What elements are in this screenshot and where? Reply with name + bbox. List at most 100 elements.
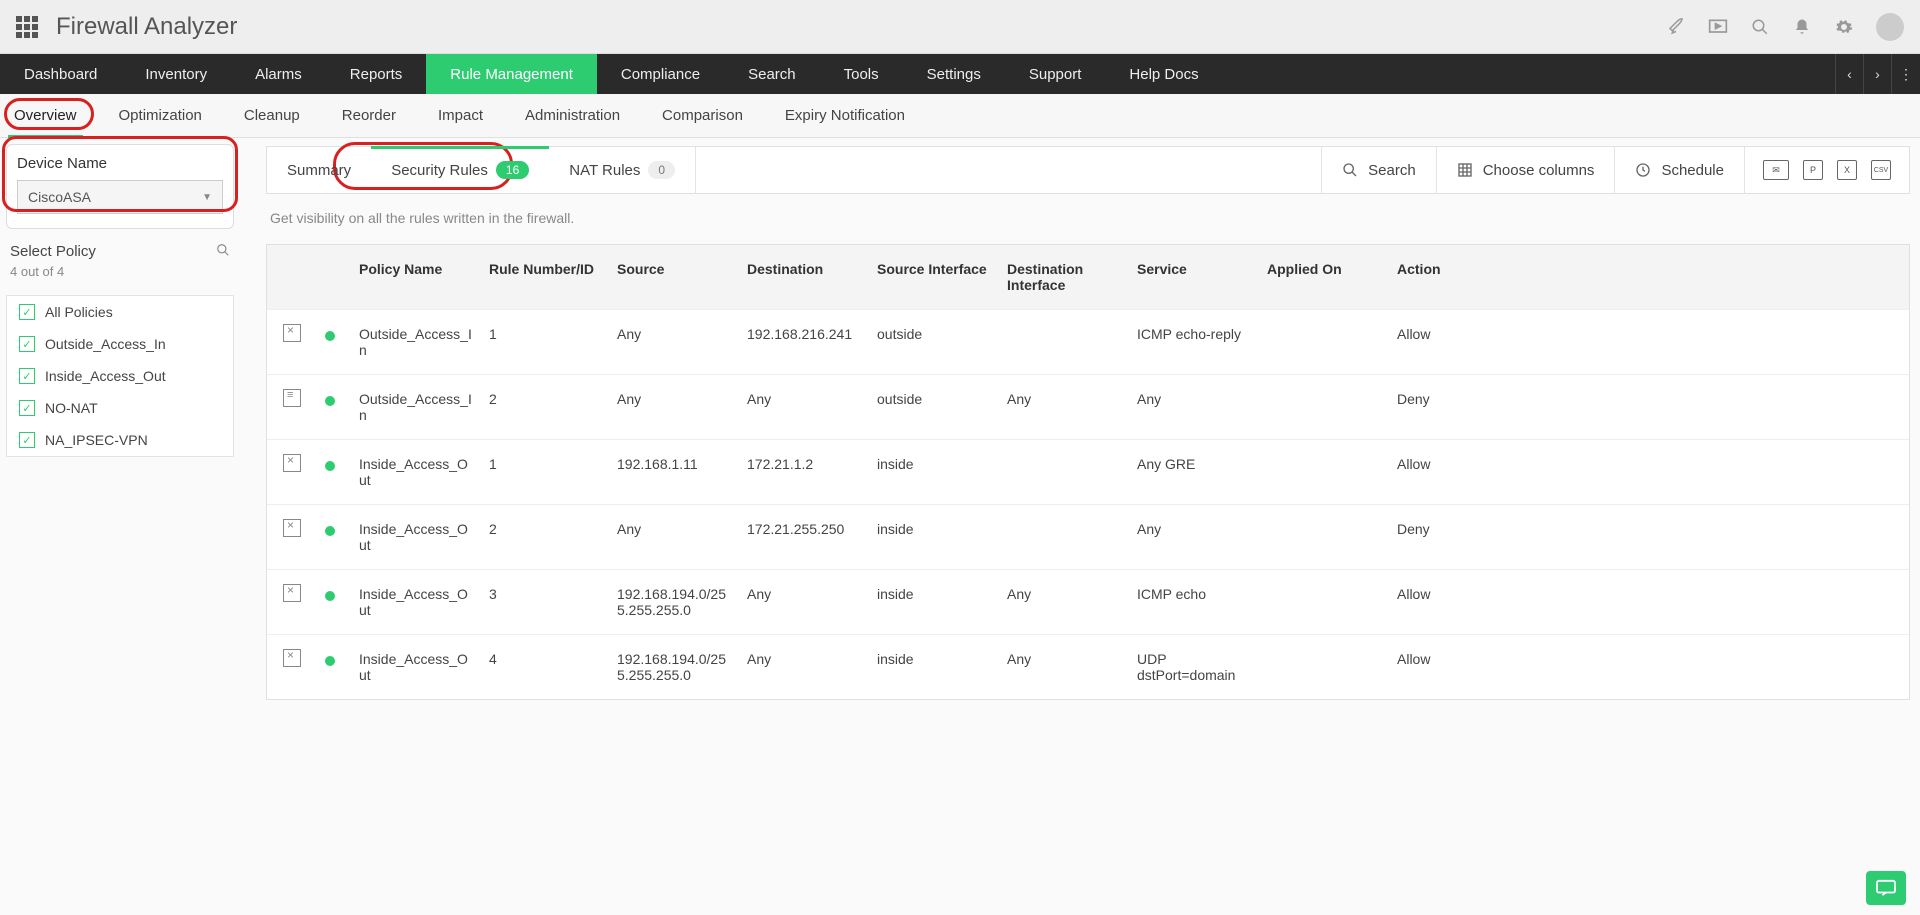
cell-policy: Inside_Access_Out	[351, 505, 481, 569]
row-doc-icon[interactable]	[283, 454, 301, 472]
row-doc-icon[interactable]	[283, 324, 301, 342]
rules-search[interactable]: Search	[1321, 147, 1436, 193]
cell-rule: 4	[481, 635, 609, 699]
search-icon[interactable]	[1750, 17, 1770, 37]
nav-item-search[interactable]: Search	[724, 54, 820, 94]
col-action[interactable]: Action	[1389, 245, 1499, 309]
policy-item[interactable]: ✓All Policies	[7, 296, 233, 328]
col-destination[interactable]: Destination	[739, 245, 869, 309]
subnav-impact[interactable]: Impact	[438, 94, 483, 137]
cell-action: Deny	[1389, 375, 1499, 439]
table-header: Policy Name Rule Number/ID Source Destin…	[267, 245, 1909, 309]
policy-item[interactable]: ✓NA_IPSEC-VPN	[7, 424, 233, 456]
col-service[interactable]: Service	[1129, 245, 1259, 309]
cell-destination: Any	[739, 635, 869, 699]
nav-item-reports[interactable]: Reports	[326, 54, 427, 94]
check-icon: ✓	[19, 432, 35, 448]
cell-policy: Inside_Access_Out	[351, 635, 481, 699]
cell-service: Any GRE	[1129, 440, 1259, 504]
nav-item-tools[interactable]: Tools	[820, 54, 903, 94]
table-row[interactable]: Outside_Access_In2AnyAnyoutsideAnyAnyDen…	[267, 374, 1909, 439]
subnav-expiry-notification[interactable]: Expiry Notification	[785, 94, 905, 137]
gear-icon[interactable]	[1834, 17, 1854, 37]
export-mail-icon[interactable]: ✉	[1763, 160, 1789, 180]
cell-source-interface: inside	[869, 440, 999, 504]
policy-item[interactable]: ✓NO-NAT	[7, 392, 233, 424]
policy-item-label: All Policies	[45, 304, 113, 320]
subnav-cleanup[interactable]: Cleanup	[244, 94, 300, 137]
nav-prev-icon[interactable]: ‹	[1836, 54, 1864, 94]
nav-next-icon[interactable]: ›	[1864, 54, 1892, 94]
user-avatar[interactable]	[1876, 13, 1904, 41]
schedule-label: Schedule	[1661, 162, 1724, 179]
policy-item[interactable]: ✓Outside_Access_In	[7, 328, 233, 360]
device-panel: Device Name CiscoASA ▼	[6, 144, 234, 229]
subnav-overview[interactable]: Overview	[14, 94, 77, 137]
tab-security-rules[interactable]: Security Rules 16	[371, 147, 549, 193]
export-csv-icon[interactable]: CSV	[1871, 160, 1891, 180]
chat-fab[interactable]	[1866, 871, 1906, 905]
col-destination-interface[interactable]: Destination Interface	[999, 245, 1129, 309]
col-rule[interactable]: Rule Number/ID	[481, 245, 609, 309]
choose-columns[interactable]: Choose columns	[1436, 147, 1615, 193]
cell-destination: Any	[739, 570, 869, 634]
row-doc-icon[interactable]	[283, 584, 301, 602]
nav-more-icon[interactable]: ⋮	[1892, 54, 1920, 94]
nav-item-settings[interactable]: Settings	[903, 54, 1005, 94]
policy-list: ✓All Policies✓Outside_Access_In✓Inside_A…	[7, 296, 233, 456]
cell-service: ICMP echo	[1129, 570, 1259, 634]
tab-security-label: Security Rules	[391, 162, 488, 179]
nav-item-inventory[interactable]: Inventory	[121, 54, 231, 94]
export-xls-icon[interactable]: X	[1837, 160, 1857, 180]
rocket-icon[interactable]	[1666, 17, 1686, 37]
tab-summary[interactable]: Summary	[267, 147, 371, 193]
cell-policy: Outside_Access_In	[351, 375, 481, 439]
nav-item-compliance[interactable]: Compliance	[597, 54, 724, 94]
cell-action: Allow	[1389, 570, 1499, 634]
subnav-reorder[interactable]: Reorder	[342, 94, 396, 137]
nav-item-alarms[interactable]: Alarms	[231, 54, 326, 94]
col-applied-on[interactable]: Applied On	[1259, 245, 1389, 309]
row-doc-icon[interactable]	[283, 389, 301, 407]
subnav-administration[interactable]: Administration	[525, 94, 620, 137]
device-select[interactable]: CiscoASA ▼	[17, 180, 223, 214]
col-source-interface[interactable]: Source Interface	[869, 245, 999, 309]
app-launcher-icon[interactable]	[16, 16, 38, 38]
subnav-comparison[interactable]: Comparison	[662, 94, 743, 137]
table-row[interactable]: Inside_Access_Out4192.168.194.0/255.255.…	[267, 634, 1909, 699]
nav-item-help-docs[interactable]: Help Docs	[1105, 54, 1222, 94]
nav-item-rule-management[interactable]: Rule Management	[426, 54, 597, 94]
cell-destination-interface	[999, 440, 1129, 504]
cell-action: Allow	[1389, 635, 1499, 699]
table-row[interactable]: Inside_Access_Out2Any172.21.255.250insid…	[267, 504, 1909, 569]
cell-rule: 3	[481, 570, 609, 634]
present-icon[interactable]	[1708, 17, 1728, 37]
tab-nat-rules[interactable]: NAT Rules 0	[549, 147, 696, 193]
policy-search-icon[interactable]	[216, 243, 230, 260]
export-pdf-icon[interactable]: P	[1803, 160, 1823, 180]
subnav-optimization[interactable]: Optimization	[119, 94, 202, 137]
cell-source-interface: inside	[869, 570, 999, 634]
table-row[interactable]: Inside_Access_Out1192.168.1.11172.21.1.2…	[267, 439, 1909, 504]
bell-icon[interactable]	[1792, 17, 1812, 37]
nav-item-support[interactable]: Support	[1005, 54, 1106, 94]
col-source[interactable]: Source	[609, 245, 739, 309]
status-dot	[325, 656, 335, 666]
schedule[interactable]: Schedule	[1614, 147, 1744, 193]
cell-applied-on	[1259, 570, 1389, 634]
nav-item-dashboard[interactable]: Dashboard	[0, 54, 121, 94]
cell-policy: Outside_Access_In	[351, 310, 481, 374]
table-row[interactable]: Inside_Access_Out3192.168.194.0/255.255.…	[267, 569, 1909, 634]
row-doc-icon[interactable]	[283, 519, 301, 537]
main-nav: DashboardInventoryAlarmsReportsRule Mana…	[0, 54, 1920, 94]
cell-destination: 192.168.216.241	[739, 310, 869, 374]
app-title: Firewall Analyzer	[56, 13, 237, 41]
policy-item-label: Outside_Access_In	[45, 336, 166, 352]
policy-item[interactable]: ✓Inside_Access_Out	[7, 360, 233, 392]
col-policy[interactable]: Policy Name	[351, 245, 481, 309]
cell-applied-on	[1259, 440, 1389, 504]
cell-rule: 2	[481, 375, 609, 439]
row-doc-icon[interactable]	[283, 649, 301, 667]
table-row[interactable]: Outside_Access_In1Any192.168.216.241outs…	[267, 309, 1909, 374]
cell-source-interface: inside	[869, 505, 999, 569]
